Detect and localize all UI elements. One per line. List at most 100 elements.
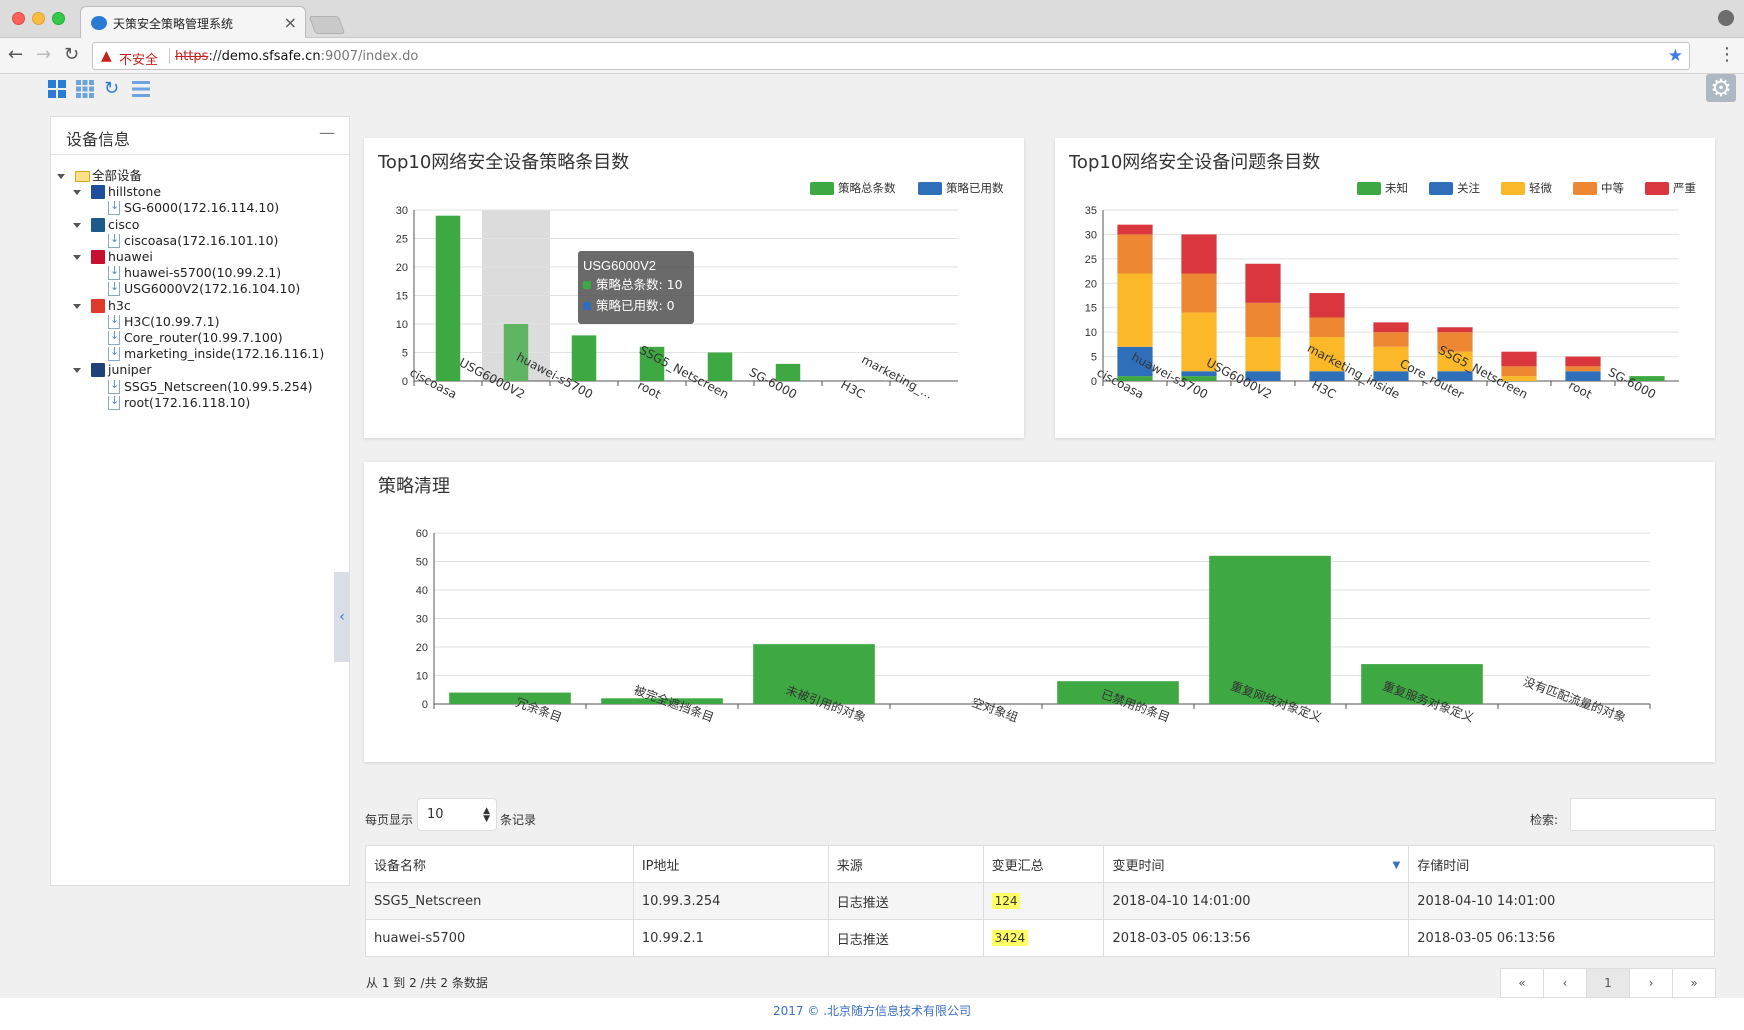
- column-header[interactable]: 存储时间: [1408, 845, 1715, 883]
- collapse-button[interactable]: —: [319, 123, 335, 142]
- x-tick-label: marketing_...: [859, 352, 935, 401]
- caret-down-icon[interactable]: [73, 190, 81, 196]
- bar-segment: [1501, 351, 1537, 367]
- table-cell: 日志推送: [827, 882, 984, 920]
- sidebar-toggle-button[interactable]: ‹: [334, 572, 350, 662]
- close-icon[interactable]: ×: [284, 13, 297, 32]
- star-icon[interactable]: ★: [1668, 46, 1683, 66]
- column-header[interactable]: 设备名称: [365, 845, 634, 883]
- page-length-select[interactable]: 10 ▲ ▼: [417, 798, 497, 831]
- y-tick-label: 50: [416, 557, 428, 569]
- page-button[interactable]: ›: [1629, 968, 1673, 998]
- refresh-icon[interactable]: ↻: [104, 80, 122, 98]
- table-row[interactable]: huawei-s5700 10.99.2.1 日志推送 3424 2018-03-05 …: [365, 919, 1715, 957]
- y-tick-label: 35: [1085, 205, 1097, 217]
- page-length-value: 10: [427, 807, 444, 822]
- bar-segment: [1245, 302, 1281, 338]
- table-body: SSG5_Netscreen 10.99.3.254 日志推送 124 2018-04-…: [365, 882, 1715, 957]
- caret-down-icon[interactable]: [57, 174, 65, 179]
- x-tick-label: root: [1566, 378, 1594, 402]
- back-icon[interactable]: ←: [8, 46, 23, 64]
- column-header[interactable]: 变更时间 ▼: [1103, 845, 1410, 883]
- page-button[interactable]: ‹: [1543, 968, 1587, 998]
- device-download-icon: [108, 230, 120, 248]
- legend-swatch: [1645, 182, 1669, 195]
- page-button[interactable]: 1: [1586, 968, 1630, 998]
- legend-swatch: [1357, 182, 1381, 195]
- forward-icon[interactable]: →: [36, 46, 51, 64]
- table-cell: 2018-04-10 14:01:00: [1103, 882, 1410, 920]
- footer: 2017 © .北京随方信息技术有限公司: [0, 998, 1744, 1030]
- bar-segment: [1501, 366, 1537, 377]
- table-cell: 10.99.3.254: [632, 882, 829, 920]
- change-count-badge[interactable]: 3424: [991, 929, 1029, 946]
- huawei-icon: [91, 250, 105, 264]
- h3c-icon: [91, 298, 105, 313]
- profile-icon[interactable]: [1718, 10, 1734, 26]
- bar: [707, 352, 733, 381]
- browser-toolbar: ← → ↻ ▲ 不安全 https://demo.sfsafe.cn:9007/…: [0, 38, 1744, 74]
- url-host: demo.sfsafe.cn: [221, 49, 321, 64]
- hillstone-icon: [91, 185, 105, 200]
- column-header[interactable]: IP地址: [632, 845, 829, 883]
- caret-down-icon[interactable]: [73, 222, 81, 228]
- y-tick-label: 10: [396, 319, 408, 331]
- device-download-icon: [108, 197, 120, 216]
- table-cell: 10.99.2.1: [632, 919, 829, 957]
- table-cell: huawei-s5700: [365, 919, 634, 957]
- y-tick-label: 10: [416, 671, 428, 683]
- url-text[interactable]: https://demo.sfsafe.cn:9007/index.do: [175, 49, 418, 64]
- layout-tiles-icon[interactable]: [76, 80, 94, 98]
- caret-down-icon[interactable]: [73, 255, 81, 260]
- bar: [1209, 555, 1331, 704]
- bar-segment: [1181, 371, 1217, 377]
- browser-tab[interactable]: 天策安全策略管理系统 ×: [80, 6, 306, 39]
- sort-desc-icon[interactable]: ▼: [1393, 860, 1401, 871]
- search-input[interactable]: [1570, 798, 1716, 831]
- column-header[interactable]: 变更汇总: [982, 845, 1105, 883]
- layout-grid-icon[interactable]: [48, 80, 66, 98]
- y-tick-label: 20: [396, 262, 408, 274]
- caret-down-icon[interactable]: [73, 303, 81, 309]
- bar-segment: [1565, 366, 1601, 372]
- close-window-button[interactable]: [12, 12, 25, 25]
- new-tab-button[interactable]: [308, 16, 346, 34]
- app-area: ↻ ⚙ 设备信息 — 全部设备hillstoneSG-6000(172.16.1…: [0, 74, 1744, 998]
- tree-label: root(172.16.118.10): [124, 394, 251, 410]
- records-label: 条记录: [500, 813, 537, 827]
- minimize-window-button[interactable]: [32, 12, 45, 25]
- address-bar[interactable]: ▲ 不安全 https://demo.sfsafe.cn:9007/index.…: [92, 42, 1690, 70]
- issue-count-chart: 05101520253035ciscoasahuawei-s5700USG600…: [1085, 181, 1696, 402]
- page-button[interactable]: »: [1672, 968, 1716, 998]
- device-sidebar: 设备信息 — 全部设备hillstoneSG-6000(172.16.114.1…: [50, 116, 350, 886]
- folder-icon: [75, 171, 90, 182]
- legend-swatch: [918, 182, 942, 195]
- reload-icon[interactable]: ↻: [64, 46, 79, 64]
- warning-icon: ▲: [101, 48, 112, 64]
- table-header-row: 设备名称 IP地址 来源 变更汇总 变更时间 ▼ 存储时间: [365, 845, 1715, 883]
- legend-label: 策略已用数: [946, 181, 1004, 195]
- column-header[interactable]: 来源: [827, 845, 984, 883]
- tree-label: marketing_inside(172.16.116.1): [124, 346, 325, 362]
- gear-icon[interactable]: ⚙: [1706, 74, 1736, 102]
- change-count-badge[interactable]: 124: [991, 892, 1021, 909]
- table-row[interactable]: SSG5_Netscreen 10.99.3.254 日志推送 124 2018-04-…: [365, 882, 1715, 920]
- y-tick-label: 30: [1085, 229, 1097, 241]
- device-download-icon: [108, 278, 120, 297]
- page-button[interactable]: «: [1500, 968, 1544, 998]
- page-length-label: 每页显示: [365, 813, 414, 827]
- legend-label: 严重: [1673, 181, 1696, 195]
- list-icon[interactable]: [132, 80, 150, 98]
- caret-down-icon[interactable]: [73, 368, 81, 374]
- bar: [435, 215, 461, 381]
- tooltip-title: USG6000V2: [583, 258, 656, 273]
- pagination: «‹ 1 ›»: [1500, 968, 1716, 998]
- table-cell: 124: [982, 882, 1105, 920]
- y-tick-label: 60: [416, 528, 428, 540]
- zoom-window-button[interactable]: [52, 12, 65, 25]
- menu-icon[interactable]: ⋮: [1718, 44, 1736, 65]
- legend-swatch: [1501, 182, 1525, 195]
- y-tick-label: 20: [416, 642, 428, 654]
- device-download-icon: [108, 343, 120, 362]
- table-cell: 2018-04-10 14:01:00: [1408, 882, 1715, 920]
